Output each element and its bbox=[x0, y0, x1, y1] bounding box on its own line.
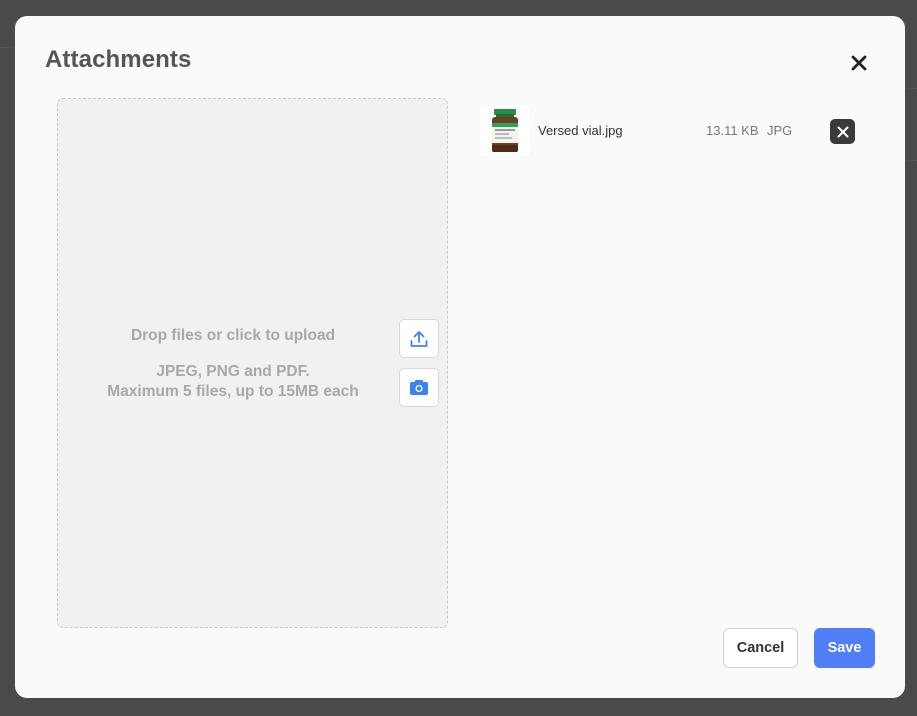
upload-dropzone[interactable]: Drop files or click to upload JPEG, PNG … bbox=[57, 98, 448, 628]
backdrop-divider bbox=[0, 47, 15, 48]
remove-attachment-button[interactable] bbox=[830, 119, 855, 144]
attachment-thumbnail bbox=[480, 106, 530, 156]
save-button[interactable]: Save bbox=[814, 628, 875, 668]
attachment-filetype: JPG bbox=[767, 123, 793, 138]
upload-icon bbox=[410, 330, 428, 347]
attachment-list-item: Versed vial.jpg 13.11 KB JPG bbox=[480, 106, 860, 156]
backdrop-divider bbox=[905, 160, 917, 161]
upload-file-button[interactable] bbox=[399, 319, 439, 358]
attachment-filesize: 13.11 KB bbox=[706, 123, 759, 138]
take-photo-button[interactable] bbox=[399, 368, 439, 407]
attachments-modal: Attachments Drop files or click to uploa… bbox=[15, 16, 905, 698]
attachment-filename: Versed vial.jpg bbox=[538, 123, 623, 138]
dropzone-formats-text: JPEG, PNG and PDF. bbox=[156, 363, 310, 380]
modal-title: Attachments bbox=[45, 46, 192, 73]
cancel-button[interactable]: Cancel bbox=[723, 628, 798, 668]
close-icon bbox=[837, 126, 848, 137]
camera-icon bbox=[410, 379, 428, 395]
backdrop-divider bbox=[905, 88, 917, 89]
close-icon bbox=[851, 55, 867, 71]
close-modal-button[interactable] bbox=[846, 50, 872, 76]
dropzone-primary-text: Drop files or click to upload bbox=[130, 327, 336, 344]
vial-image bbox=[480, 106, 530, 156]
dropzone-limits-text: Maximum 5 files, up to 15MB each bbox=[107, 383, 359, 400]
